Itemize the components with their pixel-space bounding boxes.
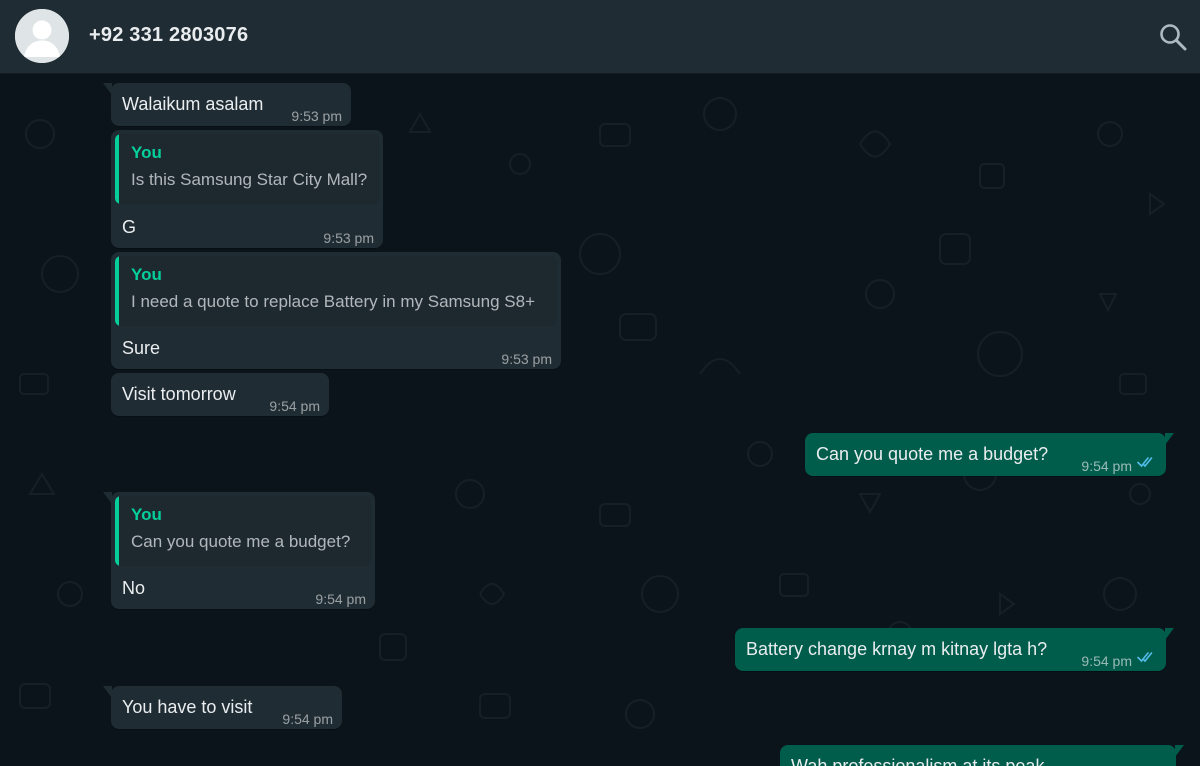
chat-header: +92 331 2803076: [0, 0, 1200, 74]
bubble-tail: [1165, 433, 1174, 445]
message-time: 9:54 pm: [1081, 458, 1132, 474]
bubble-tail: [1165, 628, 1174, 640]
bubble-tail: [103, 492, 112, 504]
search-button[interactable]: [1156, 20, 1190, 54]
quoted-message[interactable]: You Can you quote me a budget?: [115, 496, 371, 566]
quote-accent-bar: [115, 256, 119, 326]
incoming-message[interactable]: You Can you quote me a budget? No 9:54 p…: [103, 492, 375, 609]
whatsapp-chat-window: +92 331 2803076 Walaikum asalam 9:53 pm …: [0, 0, 1200, 766]
outgoing-message[interactable]: Can you quote me a budget? 9:54 pm: [805, 433, 1174, 476]
message-text: Can you quote me a budget?: [816, 444, 1049, 464]
outgoing-message[interactable]: Battery change krnay m kitnay lgta h? 9:…: [735, 628, 1174, 671]
message-text: Wah professionalism at its peak: [791, 756, 1045, 766]
message-text: Sure: [122, 338, 161, 358]
incoming-message[interactable]: You I need a quote to replace Battery in…: [111, 252, 561, 369]
quote-text: I need a quote to replace Battery in my …: [131, 292, 535, 311]
message-time: 9:54 pm: [315, 591, 366, 607]
quoted-message[interactable]: You I need a quote to replace Battery in…: [115, 256, 557, 326]
search-icon: [1160, 24, 1187, 51]
incoming-message[interactable]: Visit tomorrow 9:54 pm: [111, 373, 329, 416]
message-time: 9:53 pm: [291, 108, 342, 124]
quote-accent-bar: [115, 496, 119, 566]
message-text: Battery change krnay m kitnay lgta h?: [746, 639, 1048, 659]
quote-text: Is this Samsung Star City Mall?: [131, 170, 368, 189]
message-list[interactable]: Walaikum asalam 9:53 pm You Is this Sams…: [0, 74, 1200, 766]
contact-avatar[interactable]: [15, 9, 69, 63]
message-text: G: [122, 217, 137, 237]
bubble-tail: [1175, 745, 1184, 757]
quote-author: You: [131, 505, 162, 524]
read-receipt-icon: [1137, 651, 1157, 663]
message-text: Walaikum asalam: [122, 94, 264, 114]
message-text: Visit tomorrow: [122, 384, 236, 404]
incoming-message[interactable]: You Is this Samsung Star City Mall? G 9:…: [111, 130, 383, 248]
outgoing-message[interactable]: Wah professionalism at its peak: [780, 745, 1184, 766]
default-avatar-icon: [15, 9, 69, 63]
incoming-message[interactable]: Walaikum asalam 9:53 pm: [103, 83, 351, 126]
read-receipt-icon: [1137, 456, 1157, 468]
contact-name[interactable]: +92 331 2803076: [89, 24, 248, 47]
message-text: You have to visit: [122, 697, 253, 717]
message-time: 9:54 pm: [269, 398, 320, 414]
message-time: 9:53 pm: [323, 230, 374, 246]
message-time: 9:54 pm: [282, 711, 333, 727]
quoted-message[interactable]: You Is this Samsung Star City Mall?: [115, 134, 379, 204]
quote-author: You: [131, 143, 162, 162]
quote-text: Can you quote me a budget?: [131, 532, 351, 551]
quote-accent-bar: [115, 134, 119, 204]
incoming-message[interactable]: You have to visit 9:54 pm: [103, 686, 342, 729]
message-text: No: [122, 578, 146, 598]
quote-author: You: [131, 265, 162, 284]
message-time: 9:54 pm: [1081, 653, 1132, 669]
bubble-tail: [103, 83, 112, 95]
message-time: 9:53 pm: [501, 351, 552, 367]
bubble-tail: [103, 686, 112, 698]
